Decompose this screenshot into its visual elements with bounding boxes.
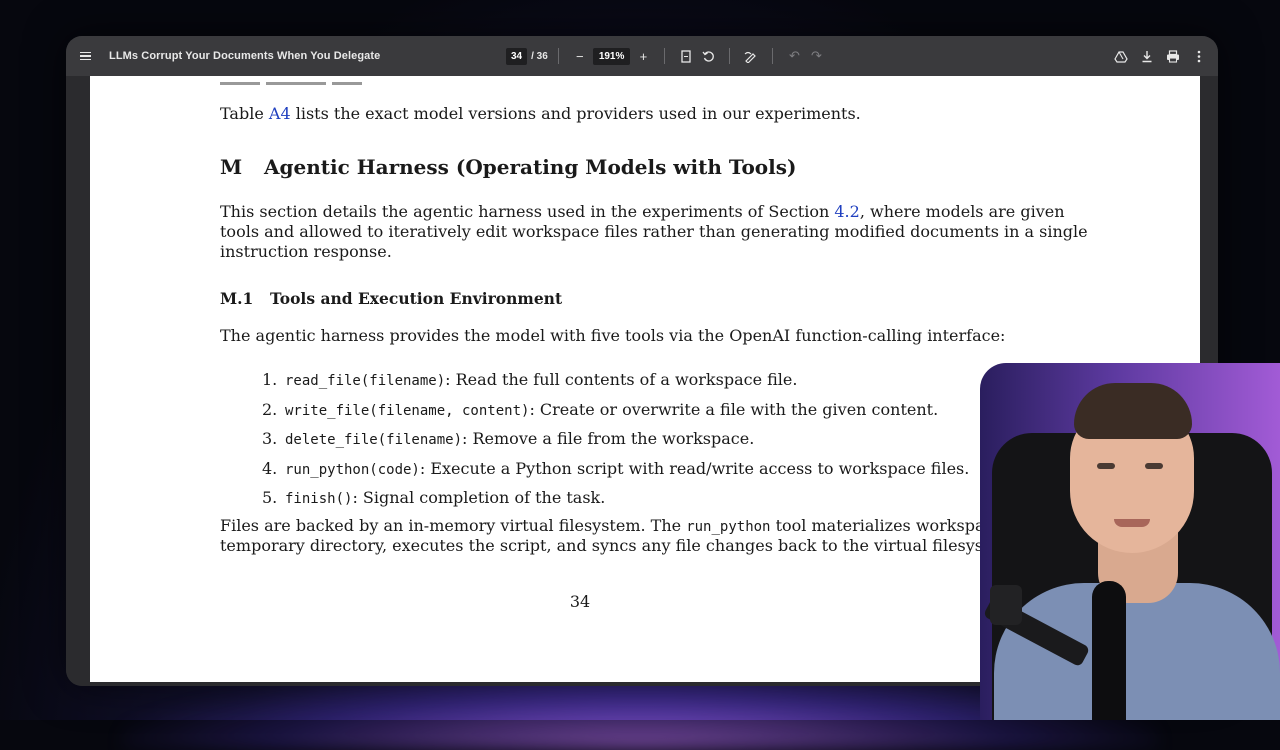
divider — [557, 48, 559, 64]
zoom-out-button[interactable]: − — [569, 45, 591, 67]
files-paragraph-line-1: Files are backed by an in-memory virtual… — [220, 516, 985, 535]
section-paragraph-line-2: tools and allowed to iteratively edit wo… — [220, 222, 1088, 241]
subsection-title: Tools and Execution Environment — [270, 289, 563, 308]
list-item: 1. read_file(filename): Read the full con… — [262, 370, 798, 389]
section-number: M — [220, 155, 243, 179]
presenter-hair — [1074, 383, 1192, 439]
section-link[interactable]: 4.2 — [834, 202, 859, 221]
mic-mount — [990, 585, 1022, 625]
download-icon[interactable] — [1136, 45, 1158, 67]
presenter-eye — [1145, 463, 1163, 469]
table-link[interactable]: A4 — [269, 104, 291, 123]
webcam-overlay — [980, 363, 1280, 720]
section-paragraph-line-1: This section details the agentic harness… — [220, 202, 1065, 221]
tools-intro: The agentic harness provides the model w… — [220, 326, 1006, 345]
more-options-icon[interactable] — [1188, 45, 1210, 67]
divider — [772, 48, 774, 64]
cropped-previous-line — [220, 66, 400, 85]
save-to-drive-icon[interactable] — [1110, 45, 1132, 67]
undo-icon[interactable]: ↶ — [783, 45, 805, 67]
page-total: / 36 — [531, 50, 548, 62]
page-number-input[interactable]: 34 — [506, 47, 528, 65]
section-heading: M Agentic Harness (Operating Models with … — [220, 155, 796, 179]
menu-icon[interactable] — [80, 36, 94, 76]
list-item: 2. write_file(filename, content): Create … — [262, 399, 939, 419]
divider — [664, 48, 666, 64]
list-item: 4. run_python(code): Execute a Python scr… — [262, 458, 970, 478]
center-tools: 34 / 36 − 191% + ↶ ↷ — [506, 36, 827, 76]
section-title: Agentic Harness (Operating Models with T… — [264, 155, 797, 179]
microphone — [1092, 581, 1126, 720]
presenter-mouth — [1114, 519, 1150, 527]
list-item: 3. delete_file(filename): Remove a file f… — [262, 429, 755, 448]
subsection-heading: M.1 Tools and Execution Environment — [220, 289, 562, 308]
list-item: 5. finish(): Signal completion of the tas… — [262, 488, 606, 507]
right-tools — [1110, 36, 1210, 76]
tools-list: 1. read_file(filename): Read the full con… — [262, 366, 969, 514]
files-paragraph-line-2: temporary directory, executes the script… — [220, 536, 999, 555]
presenter-eye — [1097, 463, 1115, 469]
presenter-shirt — [994, 583, 1280, 720]
zoom-level-input[interactable]: 191% — [592, 47, 631, 65]
divider — [729, 48, 731, 64]
zoom-in-button[interactable]: + — [632, 45, 654, 67]
fit-page-icon[interactable] — [675, 45, 697, 67]
intro-paragraph: Table A4 lists the exact model versions … — [220, 104, 861, 123]
draw-icon[interactable] — [740, 45, 762, 67]
page-footer-number: 34 — [569, 592, 591, 611]
redo-icon[interactable]: ↷ — [805, 45, 827, 67]
print-icon[interactable] — [1162, 45, 1184, 67]
subsection-number: M.1 — [220, 289, 254, 308]
rotate-icon[interactable] — [697, 45, 719, 67]
section-paragraph-line-3: instruction response. — [220, 242, 392, 261]
